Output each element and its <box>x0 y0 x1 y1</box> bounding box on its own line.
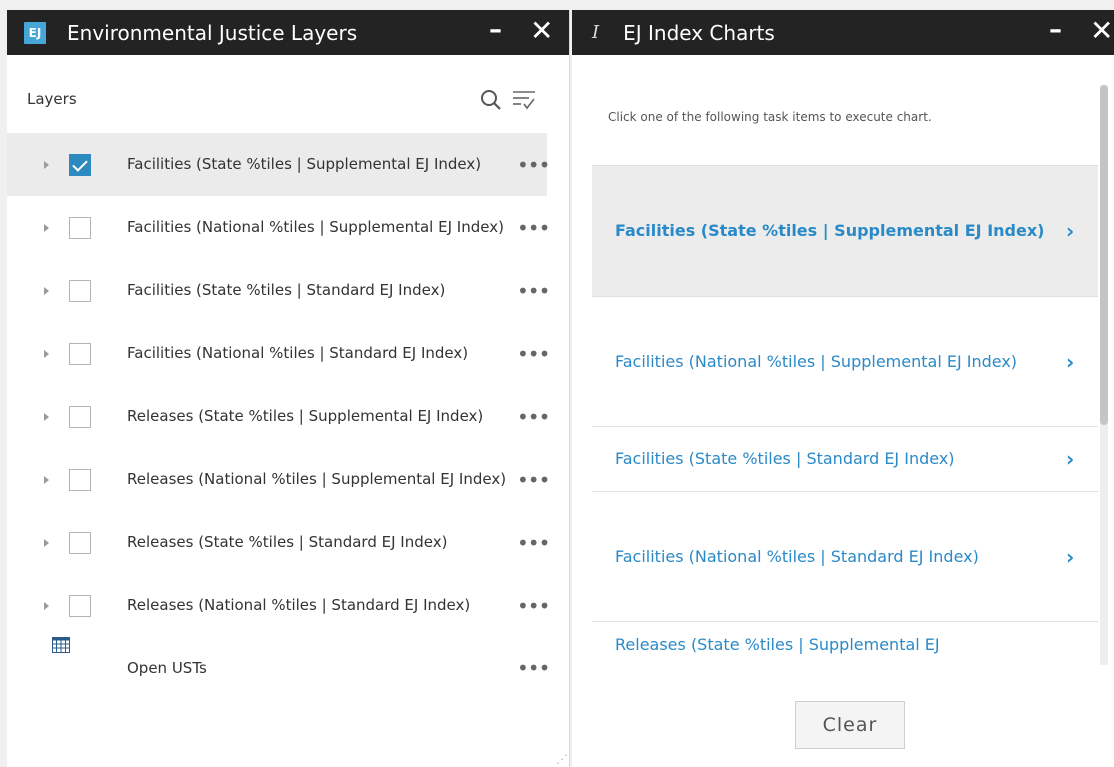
expand-caret-icon[interactable] <box>44 538 49 547</box>
more-options-icon[interactable]: ••• <box>517 594 550 618</box>
expand-caret-icon[interactable] <box>44 475 49 484</box>
scrollbar[interactable] <box>1100 85 1108 665</box>
search-icon[interactable] <box>480 89 502 115</box>
task-label: Facilities (State %tiles | Standard EJ I… <box>615 449 955 468</box>
expand-caret-icon[interactable] <box>44 286 49 295</box>
chevron-right-icon: › <box>1066 219 1075 243</box>
task-label: Releases (State %tiles | Supplemental EJ <box>615 635 940 654</box>
minimize-button[interactable]: – <box>1049 17 1062 43</box>
layer-row[interactable]: Releases (National %tiles | Standard EJ … <box>7 574 550 637</box>
layer-label: Releases (National %tiles | Supplemental… <box>127 470 507 488</box>
layers-panel-titlebar[interactable]: EJ Environmental Justice Layers – ✕ <box>7 10 569 55</box>
layer-visibility-checkbox[interactable] <box>69 594 91 617</box>
more-options-icon[interactable]: ••• <box>517 216 550 240</box>
expand-caret-icon[interactable] <box>44 160 49 169</box>
layer-label: Facilities (State %tiles | Standard EJ I… <box>127 281 446 299</box>
layer-row[interactable]: Facilities (National %tiles | Supplement… <box>7 196 550 259</box>
scrollbar-thumb[interactable] <box>1100 85 1108 425</box>
ej-logo-icon: EJ <box>24 21 46 44</box>
more-options-icon[interactable]: ••• <box>517 531 550 555</box>
close-button[interactable]: ✕ <box>1090 17 1113 45</box>
task-label: Facilities (National %tiles | Standard E… <box>615 546 979 566</box>
more-options-icon[interactable]: ••• <box>517 279 550 303</box>
layer-label: Releases (State %tiles | Supplemental EJ… <box>127 407 484 425</box>
table-layer-row[interactable]: Open USTs ••• <box>7 637 550 699</box>
task-item[interactable]: Releases (State %tiles | Supplemental EJ <box>592 622 1098 668</box>
layer-visibility-checkbox[interactable] <box>69 342 91 365</box>
layer-visibility-checkbox[interactable] <box>69 279 91 302</box>
charts-panel: I EJ Index Charts – ✕ Click one of the f… <box>572 10 1114 767</box>
layers-panel: EJ Environmental Justice Layers – ✕ Laye… <box>7 10 570 767</box>
more-options-icon[interactable]: ••• <box>517 468 550 492</box>
expand-caret-icon[interactable] <box>44 412 49 421</box>
layer-label: Open USTs <box>127 658 207 677</box>
layer-label: Facilities (National %tiles | Standard E… <box>127 344 469 362</box>
layer-row[interactable]: Facilities (State %tiles | Supplemental … <box>7 133 550 196</box>
layer-row[interactable]: Releases (State %tiles | Supplemental EJ… <box>7 385 550 448</box>
task-item[interactable]: Facilities (State %tiles | Supplemental … <box>592 166 1098 297</box>
filter-list-icon[interactable] <box>512 89 536 115</box>
chart-widget-icon: I <box>592 22 600 43</box>
layer-visibility-checkbox[interactable] <box>69 405 91 428</box>
chevron-right-icon: › <box>1066 349 1075 374</box>
chevron-right-icon: › <box>1066 447 1075 471</box>
charts-panel-titlebar[interactable]: I EJ Index Charts – ✕ <box>572 10 1114 55</box>
layer-label: Releases (National %tiles | Standard EJ … <box>127 596 471 614</box>
more-options-icon[interactable]: ••• <box>517 342 550 366</box>
clear-button[interactable]: Clear <box>795 701 905 749</box>
task-item[interactable]: Facilities (National %tiles | Standard E… <box>592 492 1098 622</box>
layer-label: Facilities (National %tiles | Supplement… <box>127 218 504 236</box>
expand-caret-icon[interactable] <box>44 223 49 232</box>
task-item[interactable]: Facilities (State %tiles | Standard EJ I… <box>592 427 1098 492</box>
layer-label: Facilities (State %tiles | Supplemental … <box>127 155 482 173</box>
expand-caret-icon[interactable] <box>44 349 49 358</box>
charts-panel-title: EJ Index Charts <box>623 20 775 45</box>
expand-caret-icon[interactable] <box>44 601 49 610</box>
table-icon <box>52 637 70 657</box>
task-label: Facilities (State %tiles | Supplemental … <box>615 221 1045 240</box>
layer-row[interactable]: Facilities (National %tiles | Standard E… <box>7 322 550 385</box>
more-options-icon[interactable]: ••• <box>517 153 550 177</box>
task-label: Facilities (National %tiles | Supplement… <box>615 351 1018 371</box>
layer-label: Releases (State %tiles | Standard EJ Ind… <box>127 533 448 551</box>
resize-handle-icon[interactable]: ⋰ <box>556 752 568 766</box>
layer-row[interactable]: Releases (National %tiles | Supplemental… <box>7 448 550 511</box>
layer-visibility-checkbox[interactable] <box>69 468 91 491</box>
layer-visibility-checkbox[interactable] <box>69 531 91 554</box>
close-button[interactable]: ✕ <box>530 17 553 45</box>
more-options-icon[interactable]: ••• <box>517 656 550 680</box>
more-options-icon[interactable]: ••• <box>517 405 550 429</box>
layer-visibility-checkbox[interactable] <box>69 153 91 176</box>
layer-visibility-checkbox[interactable] <box>69 216 91 239</box>
layer-row[interactable]: Releases (State %tiles | Standard EJ Ind… <box>7 511 550 574</box>
layers-heading: Layers <box>27 90 77 108</box>
chevron-right-icon: › <box>1066 544 1075 569</box>
minimize-button[interactable]: – <box>489 17 502 43</box>
task-list: Facilities (State %tiles | Supplemental … <box>592 165 1098 668</box>
layer-row[interactable]: Facilities (State %tiles | Standard EJ I… <box>7 259 550 322</box>
task-item[interactable]: Facilities (National %tiles | Supplement… <box>592 297 1098 427</box>
instruction-text: Click one of the following task items to… <box>608 110 932 124</box>
layer-list: Facilities (State %tiles | Supplemental … <box>7 133 550 699</box>
layers-panel-title: Environmental Justice Layers <box>67 20 358 45</box>
